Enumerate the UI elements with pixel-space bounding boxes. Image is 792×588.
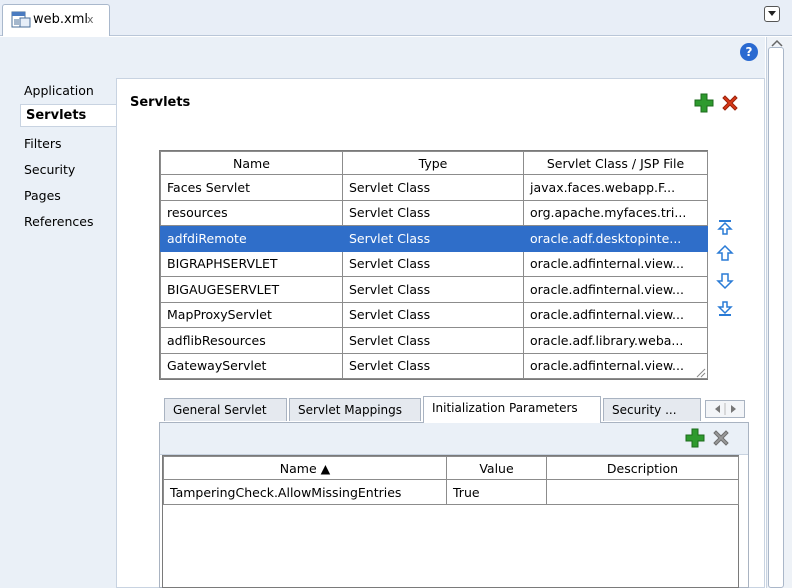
- help-icon[interactable]: ?: [740, 43, 758, 61]
- table-row[interactable]: Faces Servlet Servlet Class javax.faces.…: [160, 174, 708, 201]
- nav-item-references[interactable]: References: [24, 214, 93, 229]
- nav-item-application[interactable]: Application: [24, 83, 94, 98]
- nav-item-filters[interactable]: Filters: [24, 136, 61, 151]
- move-up-icon[interactable]: [716, 244, 734, 262]
- cell-param-value[interactable]: True: [446, 479, 547, 505]
- table-row[interactable]: resources Servlet Class org.apache.myfac…: [160, 199, 708, 226]
- table-row-selected[interactable]: adfdiRemote Servlet Class oracle.adf.des…: [160, 225, 708, 252]
- table-row[interactable]: BIGRAPHSERVLET Servlet Class oracle.adfi…: [160, 250, 708, 277]
- nav-item-pages[interactable]: Pages: [24, 188, 61, 203]
- section-title: Servlets: [130, 95, 191, 110]
- close-tab-icon[interactable]: x: [87, 13, 94, 26]
- column-header-description[interactable]: Description: [546, 456, 739, 480]
- move-bottom-icon[interactable]: [716, 300, 734, 318]
- cell-class: oracle.adfinternal.view...: [523, 301, 708, 328]
- nav-item-security[interactable]: Security: [24, 162, 75, 177]
- overview-nav: Application Servlets Filters Security Pa…: [0, 78, 117, 588]
- cell-type: Servlet Class: [342, 199, 524, 226]
- table-row[interactable]: TamperingCheck.AllowMissingEntries True: [163, 479, 739, 505]
- table-row[interactable]: BIGAUGESERVLET Servlet Class oracle.adfi…: [160, 276, 708, 303]
- cell-class: oracle.adfinternal.view...: [523, 276, 708, 303]
- tab-scroll-buttons[interactable]: [705, 400, 745, 418]
- servlets-table: Name Type Servlet Class / JSP File Faces…: [159, 150, 708, 380]
- tab-scroll-arrows-icon[interactable]: [706, 401, 744, 417]
- nav-item-servlets[interactable]: Servlets: [20, 104, 117, 127]
- cell-class: oracle.adf.library.weba...: [523, 327, 708, 354]
- cell-type: Servlet Class: [342, 225, 524, 252]
- editor-tab-web-xml[interactable]: web.xml x: [2, 4, 110, 36]
- delete-icon[interactable]: [720, 93, 740, 113]
- editor-tab-label: web.xml: [33, 12, 88, 27]
- init-params-table: Name ▲ Value Description TamperingCheck.…: [162, 455, 739, 588]
- web-xml-file-icon: [11, 11, 31, 28]
- move-down-icon[interactable]: [716, 272, 734, 290]
- add-icon[interactable]: [685, 428, 705, 448]
- delete-icon[interactable]: [711, 428, 731, 448]
- column-header-class[interactable]: Servlet Class / JSP File: [523, 151, 708, 175]
- column-header-value[interactable]: Value: [446, 456, 547, 480]
- table-row[interactable]: adflibResources Servlet Class oracle.adf…: [160, 327, 708, 354]
- cell-type: Servlet Class: [342, 327, 524, 354]
- cell-type: Servlet Class: [342, 276, 524, 303]
- column-header-name-sorted[interactable]: Name ▲: [163, 456, 447, 480]
- cell-class: oracle.adf.desktopinte...: [523, 225, 708, 252]
- dropdown-icon[interactable]: [764, 6, 780, 22]
- editor-tab-strip: [0, 0, 792, 36]
- scrollbar-thumb[interactable]: [768, 47, 784, 588]
- cell-class: oracle.adfinternal.view...: [523, 352, 708, 379]
- cell-name: resources: [160, 199, 343, 226]
- column-header-name[interactable]: Name: [160, 151, 343, 175]
- cell-name: Faces Servlet: [160, 174, 343, 201]
- table-row[interactable]: MapProxyServlet Servlet Class oracle.adf…: [160, 301, 708, 328]
- cell-name: MapProxyServlet: [160, 301, 343, 328]
- tab-security[interactable]: Security ...: [603, 398, 701, 421]
- resize-grip-icon[interactable]: [694, 366, 706, 378]
- cell-type: Servlet Class: [342, 174, 524, 201]
- column-header-type[interactable]: Type: [342, 151, 524, 175]
- move-top-icon[interactable]: [716, 218, 734, 236]
- cell-name: GatewayServlet: [160, 352, 343, 379]
- tab-initialization-parameters[interactable]: Initialization Parameters: [423, 396, 601, 423]
- cell-name: BIGRAPHSERVLET: [160, 250, 343, 277]
- cell-type: Servlet Class: [342, 301, 524, 328]
- cell-class: oracle.adfinternal.view...: [523, 250, 708, 277]
- add-icon[interactable]: [694, 93, 714, 113]
- cell-type: Servlet Class: [342, 250, 524, 277]
- table-row[interactable]: GatewayServlet Servlet Class oracle.adfi…: [160, 352, 708, 379]
- cell-name: adflibResources: [160, 327, 343, 354]
- cell-name: adfdiRemote: [160, 225, 343, 252]
- cell-class: org.apache.myfaces.tri...: [523, 199, 708, 226]
- cell-param-description[interactable]: [546, 479, 739, 505]
- cell-param-name: TamperingCheck.AllowMissingEntries: [163, 479, 447, 505]
- tab-general-servlet[interactable]: General Servlet: [164, 398, 287, 421]
- init-params-toolbar: [160, 423, 748, 455]
- cell-class: javax.faces.webapp.F...: [523, 174, 708, 201]
- cell-type: Servlet Class: [342, 352, 524, 379]
- tab-servlet-mappings[interactable]: Servlet Mappings: [289, 398, 421, 421]
- cell-name: BIGAUGESERVLET: [160, 276, 343, 303]
- servlet-detail-tabs: General Servlet Servlet Mappings Initial…: [159, 396, 749, 423]
